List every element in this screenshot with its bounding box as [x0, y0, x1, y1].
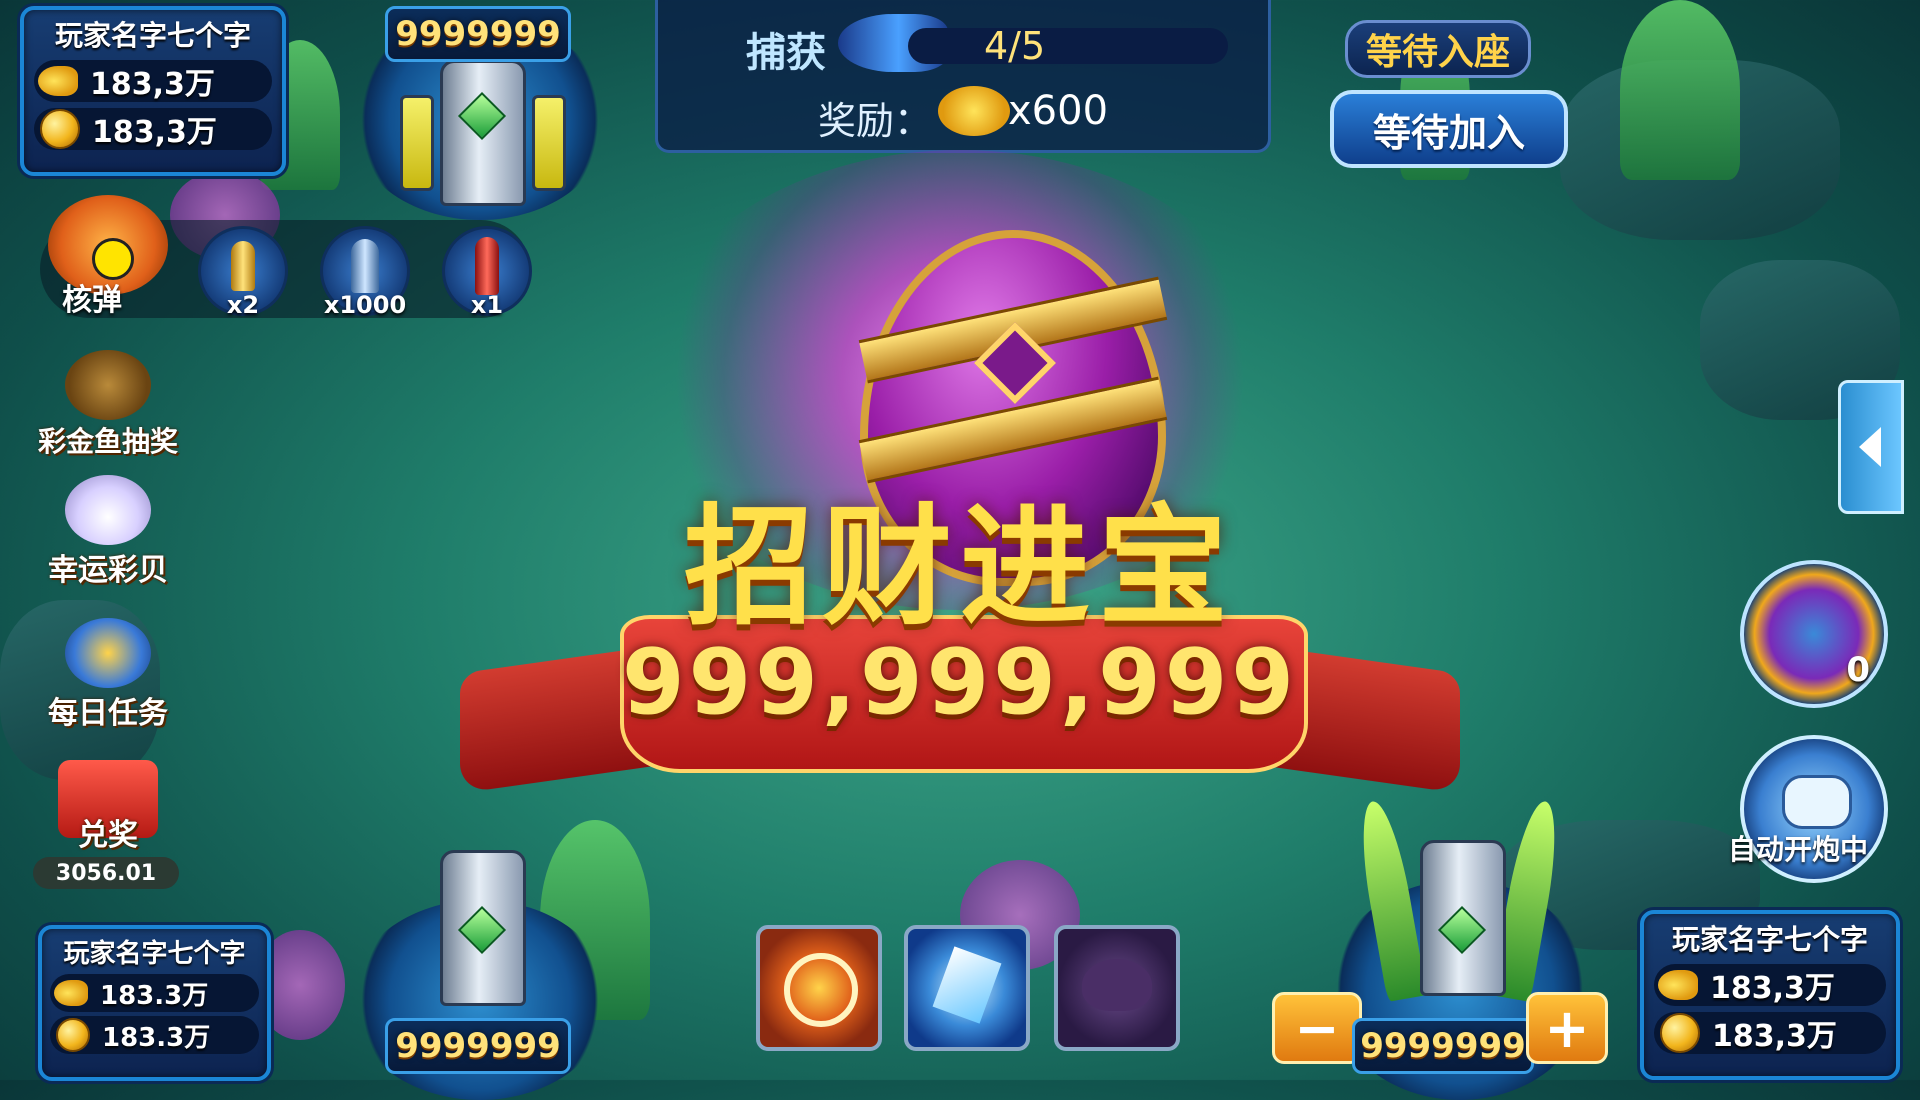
cannon-bottom-left[interactable]: [440, 850, 526, 1006]
coin-balance: 183.3万: [102, 1022, 211, 1053]
cannon-bottom-right[interactable]: [1420, 840, 1506, 996]
redeem-button[interactable]: 兑奖: [33, 760, 183, 853]
freeze-skill-button[interactable]: [904, 925, 1030, 1051]
auto-fire-label: 自动开炮中: [1728, 833, 1869, 866]
crosshair-icon: [784, 953, 858, 1027]
fish-score-row: 183.3万: [50, 974, 259, 1012]
cannon-side-barrel: [532, 95, 566, 191]
fish-score: 183,3万: [90, 67, 215, 102]
capture-progress: 4/5: [984, 24, 1046, 68]
reward-label: 奖励：: [818, 99, 933, 143]
cannon-side-barrel: [400, 95, 434, 191]
skill-count: 0: [1846, 650, 1870, 690]
fish-score: 183.3万: [100, 980, 209, 1011]
player-name: 玩家名字七个字: [54, 19, 251, 52]
padlock-icon: [65, 350, 151, 420]
player-panel-top-left: 玩家名字七个字 183,3万 183,3万: [20, 6, 286, 176]
progress-track: [908, 28, 1228, 64]
golden-shell-icon: [231, 241, 255, 291]
coin-row: 183,3万: [34, 108, 272, 150]
coin-icon: [1660, 1013, 1700, 1053]
award-amount: 999,999,999: [622, 630, 1298, 735]
ammo-count: x2: [226, 291, 260, 319]
ammo-red-rocket[interactable]: x1: [442, 226, 532, 319]
seaweed: [1620, 0, 1740, 180]
coin-row: 183,3万: [1654, 1012, 1886, 1054]
monster-fish-icon: [1082, 959, 1152, 1011]
wait-join-button[interactable]: 等待加入: [1330, 90, 1568, 168]
summon-skill-button[interactable]: [1054, 925, 1180, 1051]
wait-seat-button[interactable]: 等待入座: [1345, 20, 1531, 78]
ammo-blue-bomb[interactable]: x1000: [320, 226, 410, 319]
coin-row: 183.3万: [50, 1016, 259, 1054]
nuke-label: 核弹: [62, 283, 122, 318]
coin-icon: [56, 1018, 90, 1052]
lock-target-skill-button[interactable]: [756, 925, 882, 1051]
increase-bet-button[interactable]: +: [1526, 992, 1608, 1064]
capture-label: 捕获: [746, 30, 826, 76]
gem-icon: [457, 91, 507, 141]
player-panel-bottom-right: 玩家名字七个字 183,3万 183,3万: [1640, 910, 1900, 1080]
coin-icon: [40, 109, 80, 149]
fish-icon: [38, 66, 78, 96]
jackpot-lottery-button[interactable]: 彩金鱼抽奖: [33, 350, 183, 460]
ice-crystal-icon: [932, 946, 1002, 1024]
robot-icon: [1782, 775, 1852, 829]
coin-balance: 183,3万: [1712, 1019, 1837, 1054]
jackpot-lottery-label: 彩金鱼抽奖: [37, 425, 178, 458]
cannon-value-top-left: 9999999: [385, 6, 571, 62]
coin-balance: 183,3万: [92, 115, 217, 150]
redeem-value: 3056.01: [33, 857, 179, 889]
gem-icon: [457, 905, 507, 955]
side-drawer-toggle[interactable]: [1838, 380, 1904, 514]
player-name: 玩家名字七个字: [1671, 923, 1868, 956]
ammo-count: x1000: [323, 291, 407, 319]
fish-icon: [54, 980, 88, 1006]
chevron-left-icon: [1859, 427, 1881, 467]
cannon-value-bottom-right: 9999999: [1352, 1018, 1534, 1074]
cannon-top-left[interactable]: [440, 60, 526, 206]
player-panel-bottom-left: 玩家名字七个字 183.3万 183.3万: [38, 925, 271, 1081]
fish-score: 183,3万: [1710, 971, 1835, 1006]
gem-icon: [1437, 905, 1487, 955]
capture-mission-panel: 捕获 4/5 奖励： x600: [655, 0, 1271, 153]
fish-icon: [1658, 970, 1698, 1000]
cannon-value-bottom-left: 9999999: [385, 1018, 571, 1074]
reward-value: x600: [1008, 88, 1109, 134]
skill-orb-button[interactable]: 0: [1740, 560, 1888, 708]
ammo-golden-shell[interactable]: x2: [198, 226, 288, 319]
ammo-count: x1: [470, 291, 504, 319]
blue-bomb-icon: [351, 239, 379, 293]
redeem-label: 兑奖: [78, 818, 138, 853]
goldfish-icon: [938, 86, 1010, 136]
award-title: 招财进宝: [683, 491, 1236, 643]
fish-score-row: 183,3万: [34, 60, 272, 102]
red-rocket-icon: [475, 237, 499, 295]
decrease-bet-button[interactable]: −: [1272, 992, 1362, 1064]
radiation-icon: [92, 238, 134, 280]
player-name: 玩家名字七个字: [63, 939, 246, 969]
fish-score-row: 183,3万: [1654, 964, 1886, 1006]
